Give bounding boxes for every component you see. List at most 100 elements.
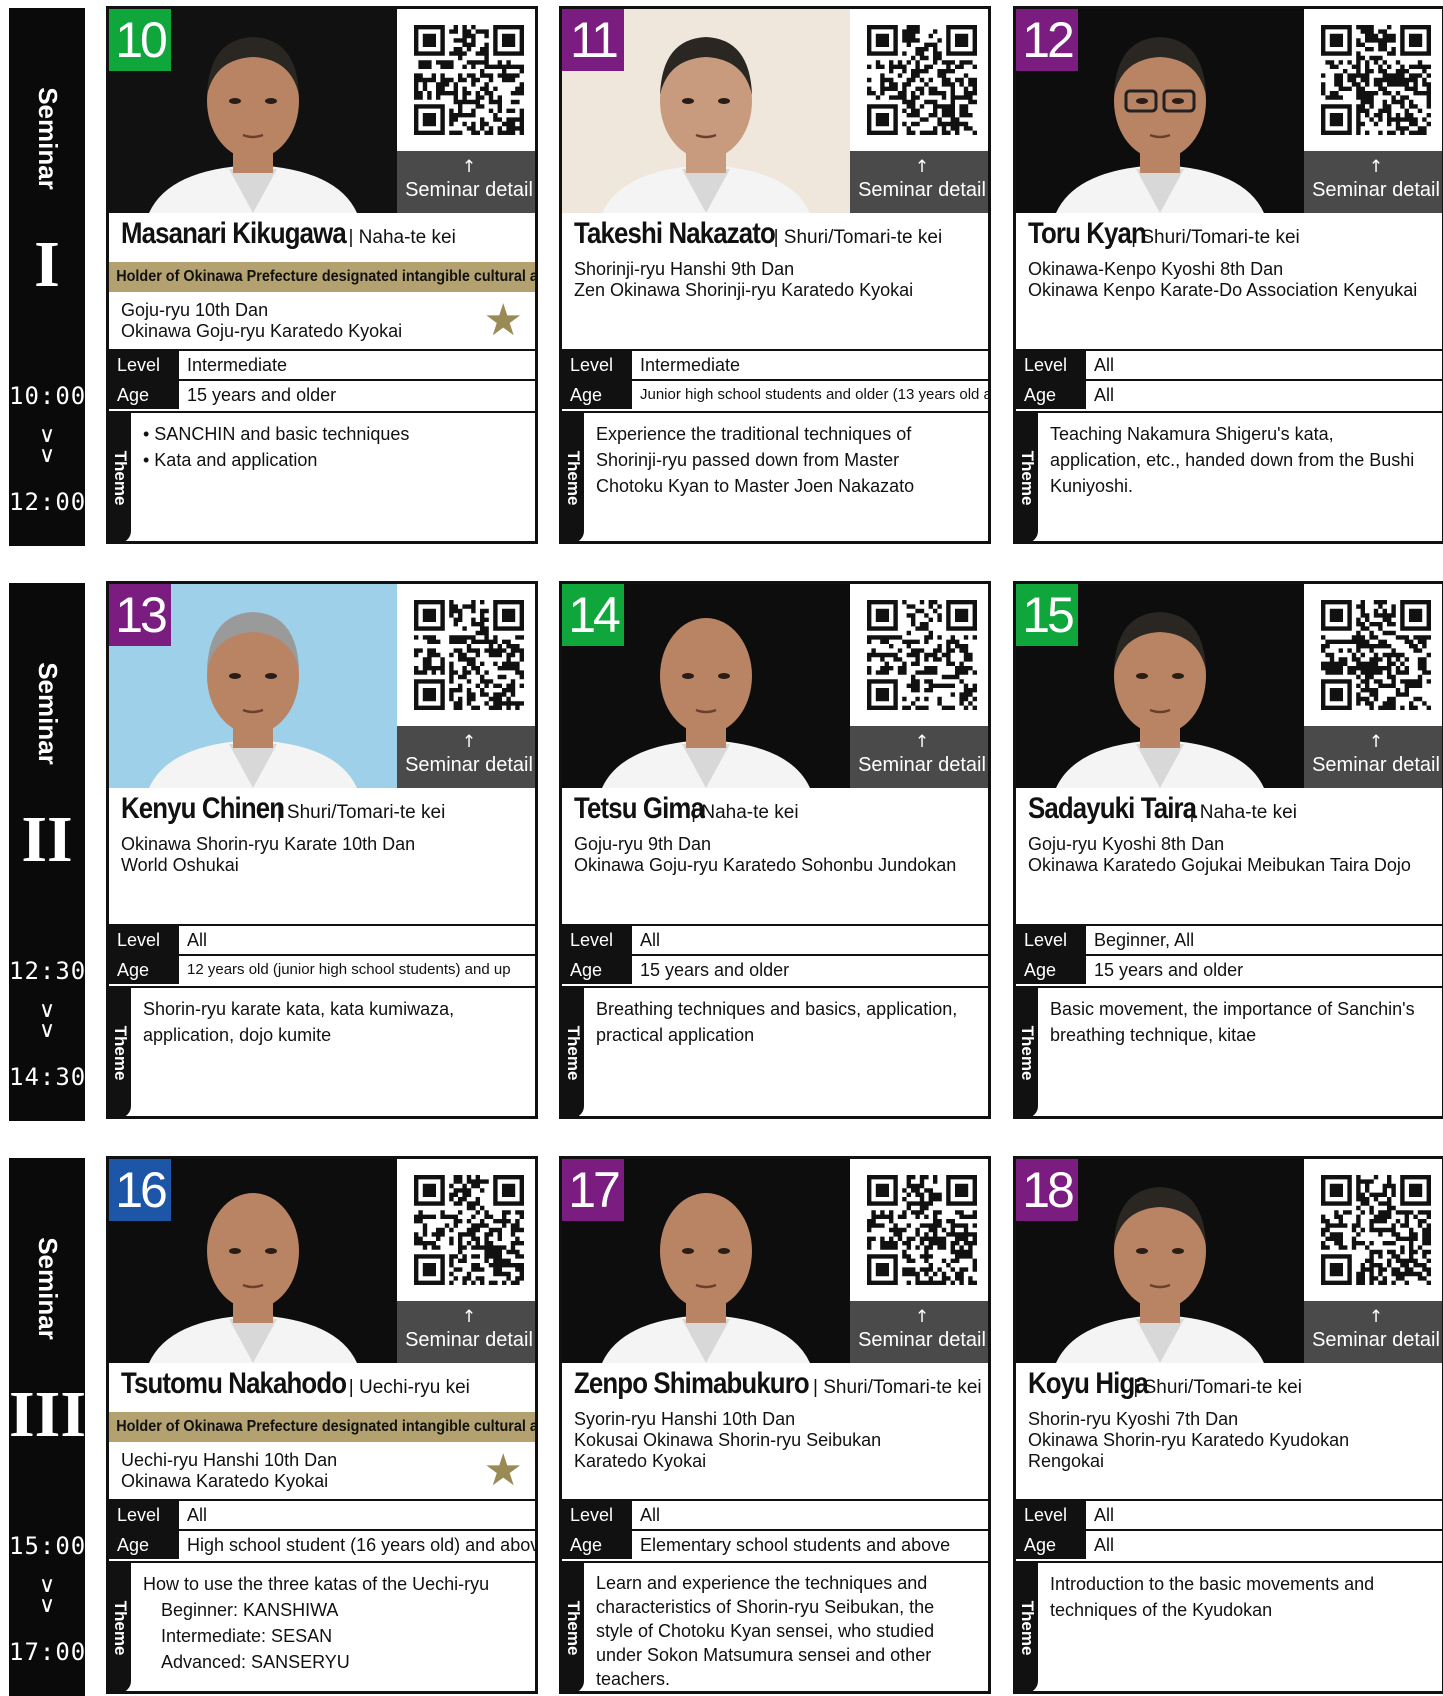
credentials: Goju-ryu Kyoshi 8th Dan Okinawa Karatedo … bbox=[1028, 834, 1411, 876]
theme-line: • SANCHIN and basic techniques bbox=[143, 424, 410, 444]
photo-area: 13 ↑ Seminar detail bbox=[109, 584, 535, 788]
level-label: Level bbox=[1016, 926, 1086, 954]
seminar-detail-button[interactable]: ↑ Seminar detail bbox=[1304, 726, 1442, 788]
instructor-name: Toru Kyan bbox=[1028, 217, 1147, 250]
level-row: Level Beginner, All bbox=[1016, 924, 1442, 954]
qr-code-icon[interactable] bbox=[867, 600, 977, 710]
qr-code[interactable] bbox=[1304, 9, 1442, 151]
qr-code-icon[interactable] bbox=[1321, 1175, 1431, 1285]
seminar-number-badge: 17 bbox=[562, 1159, 624, 1221]
theme-label: Theme bbox=[564, 1025, 583, 1081]
level-value: All bbox=[640, 1505, 661, 1525]
chevron-down-icon: ∨ ∨ bbox=[38, 423, 56, 468]
age-label: Age bbox=[109, 1531, 179, 1559]
theme-text: Basic movement, the importance of Sanchi… bbox=[1050, 996, 1432, 1048]
qr-code[interactable] bbox=[850, 9, 988, 151]
level-label: Level bbox=[562, 926, 632, 954]
session-numeral: II bbox=[21, 803, 73, 876]
instructor-name: Tetsu Gima bbox=[574, 792, 705, 825]
theme-line: • Kata and application bbox=[143, 450, 318, 470]
credential-line: Okinawa Goju-ryu Karatedo Sohonbu Jundok… bbox=[574, 855, 957, 875]
theme-label: Theme bbox=[1018, 1600, 1037, 1656]
credential-line: Okinawa Kenpo Karate-Do Association Keny… bbox=[1028, 280, 1418, 300]
theme-line: style of Chotoku Kyan sensei, who studie… bbox=[596, 1621, 935, 1641]
theme-text: Shorin-ryu karate kata, kata kumiwaza, ap… bbox=[143, 996, 525, 1048]
age-label: Age bbox=[1016, 381, 1086, 409]
age-row: Age Junior high school students and older… bbox=[562, 379, 988, 409]
chevron-down-icon: ∨ ∨ bbox=[38, 998, 56, 1043]
credential-line: Okinawa Shorin-ryu Karatedo Kyudokan bbox=[1028, 1430, 1350, 1450]
theme-section: Theme Learn and experience the techniques… bbox=[562, 1561, 988, 1691]
seminar-card: 16↑Seminar detailTsutomu NakahodoUechi-r… bbox=[106, 1156, 538, 1694]
age-value: High school student (16 years old) and a… bbox=[187, 1535, 535, 1555]
theme-line: Basic movement, the importance of Sanchi… bbox=[1050, 999, 1415, 1019]
age-label: Age bbox=[562, 1531, 632, 1559]
qr-code-icon[interactable] bbox=[867, 25, 977, 135]
qr-code-icon[interactable] bbox=[867, 1175, 977, 1285]
level-label: Level bbox=[562, 351, 632, 379]
credential-line: Zen Okinawa Shorinji-ryu Karatedo Kyokai bbox=[574, 280, 914, 300]
theme-line: Kuniyoshi. bbox=[1050, 476, 1134, 496]
seminar-detail-button[interactable]: ↑ Seminar detail bbox=[397, 151, 535, 213]
credentials: Goju-ryu 10th Dan Okinawa Goju-ryu Karate… bbox=[121, 300, 402, 342]
session-end-time: 14:30 bbox=[9, 1063, 87, 1091]
qr-code-icon[interactable] bbox=[1321, 25, 1431, 135]
seminar-detail-button[interactable]: ↑ Seminar detail bbox=[1304, 151, 1442, 213]
level-value: All bbox=[187, 1505, 208, 1525]
photo-area: 17 ↑ Seminar detail bbox=[562, 1159, 988, 1363]
qr-code[interactable] bbox=[1304, 1159, 1442, 1301]
instructor-heading: Masanari KikugawaNaha-te kei bbox=[121, 217, 456, 251]
session-sidebar: Seminar II 12:30 ∨ ∨ 14:30 bbox=[9, 583, 85, 1121]
theme-label: Theme bbox=[1018, 450, 1037, 506]
age-row: Age All bbox=[1016, 379, 1442, 409]
seminar-detail-label: Seminar detail bbox=[858, 1329, 986, 1351]
age-value: 15 years and older bbox=[1094, 960, 1244, 980]
qr-code[interactable] bbox=[1304, 584, 1442, 726]
level-row: Level All bbox=[109, 1499, 535, 1529]
credential-line: Okinawa Goju-ryu Karatedo Kyokai bbox=[121, 321, 403, 341]
level-label: Level bbox=[109, 926, 179, 954]
instructor-name: Kenyu Chinen bbox=[121, 792, 285, 825]
theme-line: breathing technique, kitae bbox=[1050, 1025, 1257, 1045]
instructor-name: Zenpo Shimabukuro bbox=[574, 1367, 810, 1400]
qr-code-icon[interactable] bbox=[414, 600, 524, 710]
theme-tab: Theme bbox=[562, 1563, 584, 1691]
qr-code-icon[interactable] bbox=[414, 25, 524, 135]
seminar-detail-label: Seminar detail bbox=[858, 179, 986, 201]
qr-code-icon[interactable] bbox=[1321, 600, 1431, 710]
seminar-detail-button[interactable]: ↑ Seminar detail bbox=[850, 726, 988, 788]
age-label: Age bbox=[1016, 1531, 1086, 1559]
qr-code[interactable] bbox=[397, 9, 535, 151]
qr-code[interactable] bbox=[397, 1159, 535, 1301]
theme-line: Intermediate: SESAN bbox=[161, 1626, 333, 1646]
seminar-detail-label: Seminar detail bbox=[405, 179, 533, 201]
school-lineage: Naha-te kei bbox=[1190, 802, 1297, 823]
seminar-card: 13 ↑Seminar detail Kenyu ChinenShuri/Tomar… bbox=[106, 581, 538, 1119]
age-value: 15 years and older bbox=[187, 385, 337, 405]
qr-code[interactable] bbox=[850, 1159, 988, 1301]
qr-code[interactable] bbox=[397, 584, 535, 726]
seminar-detail-button[interactable]: ↑ Seminar detail bbox=[850, 151, 988, 213]
instructor-heading: Toru KyanShuri/Tomari-te kei bbox=[1028, 217, 1300, 251]
seminar-detail-button[interactable]: ↑ Seminar detail bbox=[397, 1301, 535, 1363]
photo-area: 18 ↑ Seminar detail bbox=[1016, 1159, 1442, 1363]
level-row: Level All bbox=[109, 924, 535, 954]
seminar-detail-button[interactable]: ↑ Seminar detail bbox=[1304, 1301, 1442, 1363]
qr-code[interactable] bbox=[850, 584, 988, 726]
theme-line: characteristics of Shorin-ryu Seibukan, … bbox=[596, 1597, 935, 1617]
heritage-banner: Holder of Okinawa Prefecture designated … bbox=[109, 262, 535, 292]
seminar-number-badge: 14 bbox=[562, 584, 624, 646]
qr-code-icon[interactable] bbox=[414, 1175, 524, 1285]
arrow-up-icon: ↑ bbox=[914, 732, 930, 752]
seminar-detail-button[interactable]: ↑ Seminar detail bbox=[397, 726, 535, 788]
seminar-detail-button[interactable]: ↑ Seminar detail bbox=[850, 1301, 988, 1363]
theme-line: under Sokon Matsumura sensei and other bbox=[596, 1645, 932, 1665]
theme-line: application, etc., handed down from the … bbox=[1050, 450, 1415, 470]
age-value: 15 years and older bbox=[640, 960, 790, 980]
session-end-time: 12:00 bbox=[9, 488, 87, 516]
age-label: Age bbox=[562, 381, 632, 409]
theme-section: Theme Experience the traditional techniqu… bbox=[562, 411, 988, 541]
credential-line: Shorinji-ryu Hanshi 9th Dan bbox=[574, 259, 795, 279]
theme-line: Teaching Nakamura Shigeru's kata, bbox=[1050, 424, 1334, 444]
theme-section: Theme • SANCHIN and basic techniques • Kat… bbox=[109, 411, 535, 541]
